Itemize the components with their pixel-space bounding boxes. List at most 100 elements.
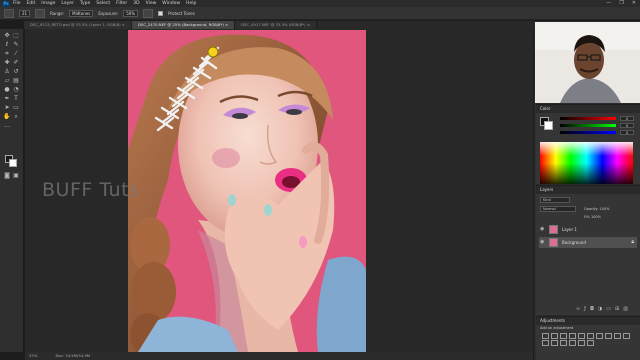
folder-icon[interactable]: ▭	[606, 306, 611, 312]
tab-document-2[interactable]: DSC_2470.NEF @ 25% (Background, RGB/8*) …	[131, 21, 236, 29]
zoom-readout[interactable]: 33%	[29, 352, 37, 360]
restore-icon[interactable]: ❐	[619, 0, 623, 7]
close-icon[interactable]: ✕	[632, 0, 636, 7]
eye-icon[interactable]: ◉	[540, 237, 544, 248]
layer-thumbnail	[549, 225, 558, 234]
menu-view[interactable]: View	[146, 0, 157, 7]
screen-mode-icon[interactable]: ▣	[12, 172, 20, 179]
dodge-tool-preset-icon[interactable]	[4, 8, 14, 18]
hue-sat-icon[interactable]	[587, 333, 594, 339]
menu-help[interactable]: Help	[186, 0, 196, 7]
brush-tool-icon[interactable]: ✐	[12, 59, 20, 66]
blur-tool-icon[interactable]: ●	[3, 86, 11, 93]
history-brush-tool-icon[interactable]: ↺	[12, 68, 20, 75]
background-color-swatch[interactable]	[9, 159, 17, 167]
quick-mask-icon[interactable]: ◙	[3, 172, 11, 179]
gradient-map-icon[interactable]	[578, 340, 585, 346]
toolbox: ✥ ⬚ ℓ ✎ ⌗ ⁄ ✚ ✐ ♙ ↺ ▱ ▤ ● ◔ ✒ T ➤ ▭ ✋ ⌕ …	[0, 29, 24, 352]
channel-mixer-icon[interactable]	[623, 333, 630, 339]
green-value-field[interactable]: 0	[620, 123, 634, 128]
threshold-icon[interactable]	[569, 340, 576, 346]
bw-icon[interactable]	[605, 333, 612, 339]
eraser-tool-icon[interactable]: ▱	[3, 77, 11, 84]
menu-image[interactable]: Image	[41, 0, 55, 7]
adjustments-panel-title: Adjustments	[536, 317, 640, 325]
photo-filter-icon[interactable]	[614, 333, 621, 339]
exposure-icon[interactable]	[569, 333, 576, 339]
invert-icon[interactable]	[551, 340, 558, 346]
fill-field[interactable]: Fill: 100%	[584, 214, 601, 220]
dodge-tool-icon[interactable]: ◔	[12, 86, 20, 93]
range-select[interactable]: Midtones	[69, 9, 94, 17]
portrait-photo[interactable]	[128, 30, 366, 352]
layers-footer: ∞ ƒ ◘ ◑ ▭ ⊞ ▥	[576, 306, 628, 312]
clone-stamp-tool-icon[interactable]: ♙	[3, 68, 11, 75]
tab-document-1[interactable]: DSC_9213_RETO.psd @ 33.3% (Layer 1, RGB/…	[24, 21, 132, 29]
canvas-area[interactable]: BUFF Tuts	[25, 29, 533, 352]
gradient-tool-icon[interactable]: ▤	[12, 77, 20, 84]
type-tool-icon[interactable]: T	[12, 95, 20, 102]
watermark-text: BUFF Tuts	[42, 179, 140, 201]
color-background-swatch[interactable]	[544, 121, 553, 130]
new-layer-icon[interactable]: ⊞	[615, 306, 619, 312]
window-controls: — ❐ ✕	[606, 0, 636, 7]
color-balance-icon[interactable]	[596, 333, 603, 339]
crop-tool-icon[interactable]: ⌗	[3, 50, 11, 57]
adjustment-layer-icon[interactable]: ◑	[598, 306, 602, 312]
menu-filter[interactable]: Filter	[116, 0, 127, 7]
lookup-icon[interactable]	[542, 340, 549, 346]
marquee-tool-icon[interactable]: ⬚	[12, 32, 20, 39]
menu-window[interactable]: Window	[162, 0, 180, 7]
blue-value-field[interactable]: 0	[620, 130, 634, 135]
presenter-video-image	[535, 22, 640, 103]
menu-type[interactable]: Type	[80, 0, 90, 7]
opacity-field[interactable]: Opacity: 100%	[584, 206, 610, 212]
more-tools-icon[interactable]: …	[3, 122, 11, 129]
layer-row-background[interactable]: ◉ Background 🔒︎	[539, 237, 637, 248]
trash-icon[interactable]: ▥	[623, 306, 628, 312]
zoom-tool-icon[interactable]: ⌕	[12, 113, 20, 120]
layer-row-layer-1[interactable]: ◉ Layer 1	[539, 224, 637, 235]
selective-color-icon[interactable]	[587, 340, 594, 346]
red-slider[interactable]	[560, 117, 616, 120]
exposure-field[interactable]: 50%	[123, 9, 139, 17]
pen-tool-icon[interactable]: ✒	[3, 95, 11, 102]
lasso-tool-icon[interactable]: ℓ	[3, 41, 11, 48]
tab-document-3[interactable]: DSC_4917.NEF @ 33.3% (RGB/8*) ×	[235, 21, 318, 29]
menu-select[interactable]: Select	[96, 0, 110, 7]
brush-panel-icon[interactable]	[35, 8, 46, 18]
layer-kind-filter[interactable]: Kind	[540, 197, 570, 203]
airbrush-icon[interactable]	[143, 8, 154, 18]
mask-icon[interactable]: ◘	[590, 306, 594, 312]
posterize-icon[interactable]	[560, 340, 567, 346]
range-label: Range:	[50, 10, 65, 16]
brush-size-field[interactable]: 21	[19, 9, 31, 17]
healing-tool-icon[interactable]: ✚	[3, 59, 11, 66]
menu-layer[interactable]: Layer	[61, 0, 74, 7]
brightness-icon[interactable]	[542, 333, 549, 339]
layer-name: Layer 1	[562, 227, 577, 232]
protect-tones-checkbox[interactable]	[158, 10, 164, 16]
minimize-icon[interactable]: —	[606, 0, 611, 7]
levels-icon[interactable]	[551, 333, 558, 339]
green-slider[interactable]	[560, 124, 616, 127]
quick-select-tool-icon[interactable]: ✎	[12, 41, 20, 48]
blue-slider[interactable]	[560, 131, 616, 134]
red-value-field[interactable]: 0	[620, 116, 634, 121]
document-size-readout: Doc: 34.9M/34.9M	[55, 353, 91, 358]
menu-edit[interactable]: Edit	[27, 0, 36, 7]
move-tool-icon[interactable]: ✥	[3, 32, 11, 39]
fx-icon[interactable]: ƒ	[584, 306, 586, 312]
curves-icon[interactable]	[560, 333, 567, 339]
blend-mode-select[interactable]: Normal	[540, 206, 576, 212]
color-panel: Color 0 0 0	[536, 104, 640, 184]
eye-icon[interactable]: ◉	[540, 224, 544, 235]
path-select-tool-icon[interactable]: ➤	[3, 104, 11, 111]
menu-3d[interactable]: 3D	[133, 0, 139, 7]
shape-tool-icon[interactable]: ▭	[12, 104, 20, 111]
hand-tool-icon[interactable]: ✋	[3, 113, 11, 120]
vibrance-icon[interactable]	[578, 333, 585, 339]
eyedropper-tool-icon[interactable]: ⁄	[12, 50, 20, 57]
link-icon[interactable]: ∞	[576, 306, 580, 312]
menu-file[interactable]: File	[13, 0, 21, 7]
